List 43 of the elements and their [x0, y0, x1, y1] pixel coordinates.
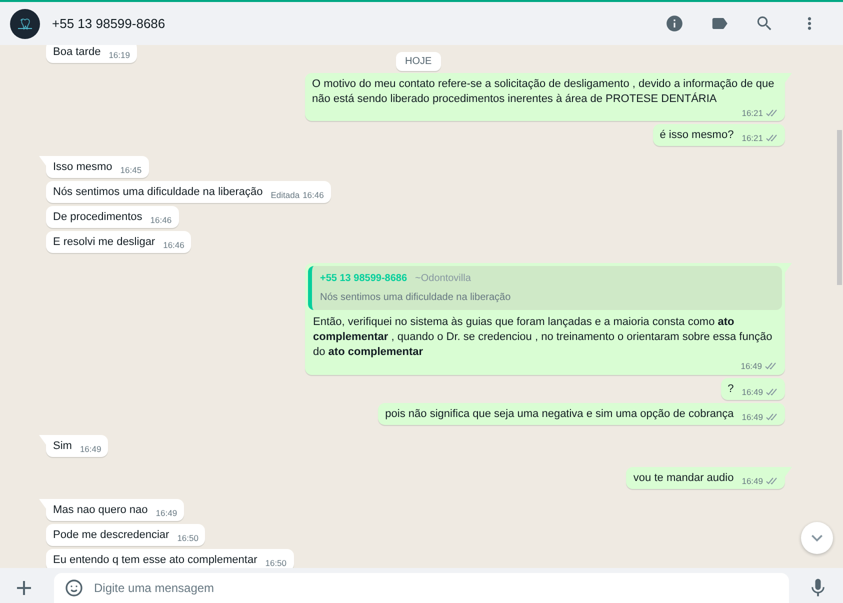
- message-text: Pode me descredenciar: [53, 528, 170, 543]
- quoted-alias: ~Odontovilla: [415, 272, 471, 286]
- message-time: 16:49: [742, 386, 763, 398]
- message-text: Isso mesmo: [53, 160, 112, 175]
- emoji-icon[interactable]: [64, 578, 84, 598]
- message-text: Nós sentimos uma dificuldade na liberação: [53, 185, 263, 200]
- message-time: 16:21: [742, 132, 763, 144]
- message-text: O motivo do meu contato refere-se a solicitação de desligamento , devido a informação de que não está sendo liberado procedimentos inerentes à área de PROTESE DENTÁRIA: [312, 77, 776, 107]
- message-time: 16:49: [156, 507, 178, 519]
- message-text: Boa tarde: [53, 45, 101, 60]
- avatar-icon[interactable]: [10, 8, 40, 38]
- edited-label: Editada: [270, 189, 300, 201]
- message-time: 16:49: [740, 360, 762, 372]
- message-time: 16:49: [742, 475, 763, 487]
- message-text: ?: [728, 382, 734, 397]
- message-time: 16:46: [302, 189, 324, 201]
- message-text: é isso mesmo?: [660, 128, 734, 143]
- message-text: E resolvi me desligar: [53, 235, 156, 250]
- message-time: 16:49: [742, 411, 763, 423]
- date-chip: HOJE: [396, 52, 441, 71]
- message-text: Então, verifiquei no sistema às guias que foram lançadas e a maioria consta como ato complementar , quando o Dr. se credenciou , no treinamento o orientaram sobre essa função do ato complementar: [313, 315, 774, 360]
- quoted-author: +55 13 98599-8686: [320, 272, 408, 286]
- message-text: pois não significa que seja uma negativa e sim uma opção de cobrança: [385, 407, 734, 422]
- message-time: 16:46: [163, 239, 184, 251]
- message-input[interactable]: Digite uma mensagem: [54, 573, 789, 603]
- quoted-text: Nós sentimos uma dificuldade na liberação: [320, 291, 512, 305]
- message-time: 16:21: [742, 107, 763, 119]
- message-time: 16:50: [177, 532, 198, 544]
- info-icon[interactable]: [665, 14, 684, 33]
- message-text: De procedimentos: [53, 210, 142, 225]
- message-time: 16:45: [120, 164, 142, 176]
- message-text: Mas nao quero nao: [53, 503, 148, 518]
- message-text: vou te mandar audio: [633, 471, 734, 486]
- message-time: 16:50: [265, 557, 287, 568]
- message-text: Sim: [53, 439, 72, 454]
- message-text: Eu entendo q tem esse ato complementar: [53, 553, 258, 568]
- quoted-message[interactable]: +55 13 98599-8686 ~Odontovilla Nós sentimos uma dificuldade na liberação: [308, 266, 782, 310]
- scrollbar-thumb[interactable]: [837, 130, 842, 285]
- message-time: 16:46: [150, 214, 172, 226]
- contact-name[interactable]: +55 13 98599-8686: [52, 16, 639, 31]
- search-icon[interactable]: [755, 14, 774, 33]
- message-time: 16:49: [80, 443, 102, 455]
- message-time: 16:19: [108, 49, 130, 61]
